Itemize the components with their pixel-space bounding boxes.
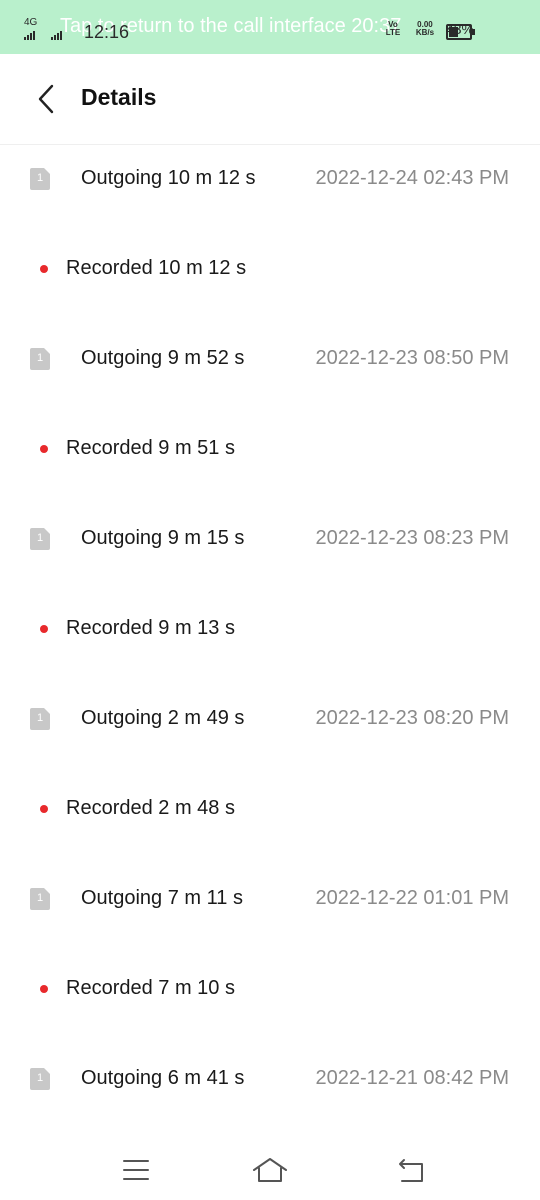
menu-icon[interactable] xyxy=(116,1150,156,1190)
recording-dot-icon xyxy=(40,805,48,813)
volte-indicator: Vo LTE xyxy=(385,20,401,37)
home-icon[interactable] xyxy=(250,1150,290,1190)
recording-duration: Recorded 7 m 10 s xyxy=(66,977,235,999)
sim-card-icon: 1 xyxy=(30,888,50,910)
recording-dot-icon xyxy=(40,625,48,633)
call-duration: Outgoing 10 m 12 s xyxy=(81,167,256,189)
call-duration: Outgoing 9 m 15 s xyxy=(81,527,245,549)
call-duration: Outgoing 6 m 41 s xyxy=(81,1067,245,1089)
sim-card-icon: 1 xyxy=(30,168,50,190)
recording-entry[interactable]: Recorded 9 m 13 s xyxy=(0,584,540,674)
data-speed: 0.00 KB/s xyxy=(415,20,435,37)
call-entry[interactable]: 1 Outgoing 2 m 49 s 2022-12-23 08:20 PM xyxy=(0,674,540,764)
call-entry[interactable]: 1 Outgoing 10 m 12 s 2022-12-24 02:43 PM xyxy=(0,134,540,224)
recording-dot-icon xyxy=(40,265,48,273)
call-details-list: 1 Outgoing 10 m 12 s 2022-12-24 02:43 PM… xyxy=(0,134,540,1124)
recording-entry[interactable]: Recorded 9 m 51 s xyxy=(0,404,540,494)
call-entry[interactable]: 1 Outgoing 7 m 11 s 2022-12-22 01:01 PM xyxy=(0,854,540,944)
back-icon[interactable] xyxy=(392,1150,432,1190)
recording-dot-icon xyxy=(40,985,48,993)
call-entry[interactable]: 1 Outgoing 6 m 41 s 2022-12-21 08:42 PM xyxy=(0,1034,540,1124)
signal-bars-icon xyxy=(24,28,37,40)
recording-duration: Recorded 9 m 51 s xyxy=(66,437,235,459)
call-datetime: 2022-12-21 08:42 PM xyxy=(315,1067,509,1089)
call-duration: Outgoing 2 m 49 s xyxy=(81,707,245,729)
battery-icon xyxy=(446,24,475,40)
page-title: Details xyxy=(81,84,157,110)
sim-card-icon: 1 xyxy=(30,708,50,730)
status-time: 12:16 xyxy=(84,22,130,42)
page-header: Details xyxy=(0,54,540,145)
call-duration: Outgoing 9 m 52 s xyxy=(81,347,245,369)
recording-duration: Recorded 2 m 48 s xyxy=(66,797,235,819)
recording-duration: Recorded 10 m 12 s xyxy=(66,257,247,279)
sim-card-icon: 1 xyxy=(30,1068,50,1090)
call-datetime: 2022-12-24 02:43 PM xyxy=(315,167,509,189)
call-datetime: 2022-12-23 08:50 PM xyxy=(315,347,509,369)
call-entry[interactable]: 1 Outgoing 9 m 15 s 2022-12-23 08:23 PM xyxy=(0,494,540,584)
call-datetime: 2022-12-22 01:01 PM xyxy=(315,887,509,909)
sim-card-icon: 1 xyxy=(30,528,50,550)
recording-entry[interactable]: Recorded 7 m 10 s xyxy=(0,944,540,1034)
system-nav-bar xyxy=(0,1140,540,1200)
call-datetime: 2022-12-23 08:23 PM xyxy=(315,527,509,549)
back-arrow-icon[interactable] xyxy=(30,82,64,116)
call-duration: Outgoing 7 m 11 s xyxy=(81,887,243,909)
sim-card-icon: 1 xyxy=(30,348,50,370)
network-type: 4G xyxy=(24,17,38,28)
call-datetime: 2022-12-23 08:20 PM xyxy=(315,707,509,729)
call-entry[interactable]: 1 Outgoing 9 m 52 s 2022-12-23 08:50 PM xyxy=(0,314,540,404)
recording-entry[interactable]: Recorded 10 m 12 s xyxy=(0,224,540,314)
recording-duration: Recorded 9 m 13 s xyxy=(66,617,235,639)
status-bar[interactable]: Tap to return to the call interface 20:3… xyxy=(0,0,540,54)
recording-dot-icon xyxy=(40,445,48,453)
signal-indicator: 4G xyxy=(24,17,63,40)
signal-bars-2-icon xyxy=(51,28,63,40)
recording-entry[interactable]: Recorded 2 m 48 s xyxy=(0,764,540,854)
